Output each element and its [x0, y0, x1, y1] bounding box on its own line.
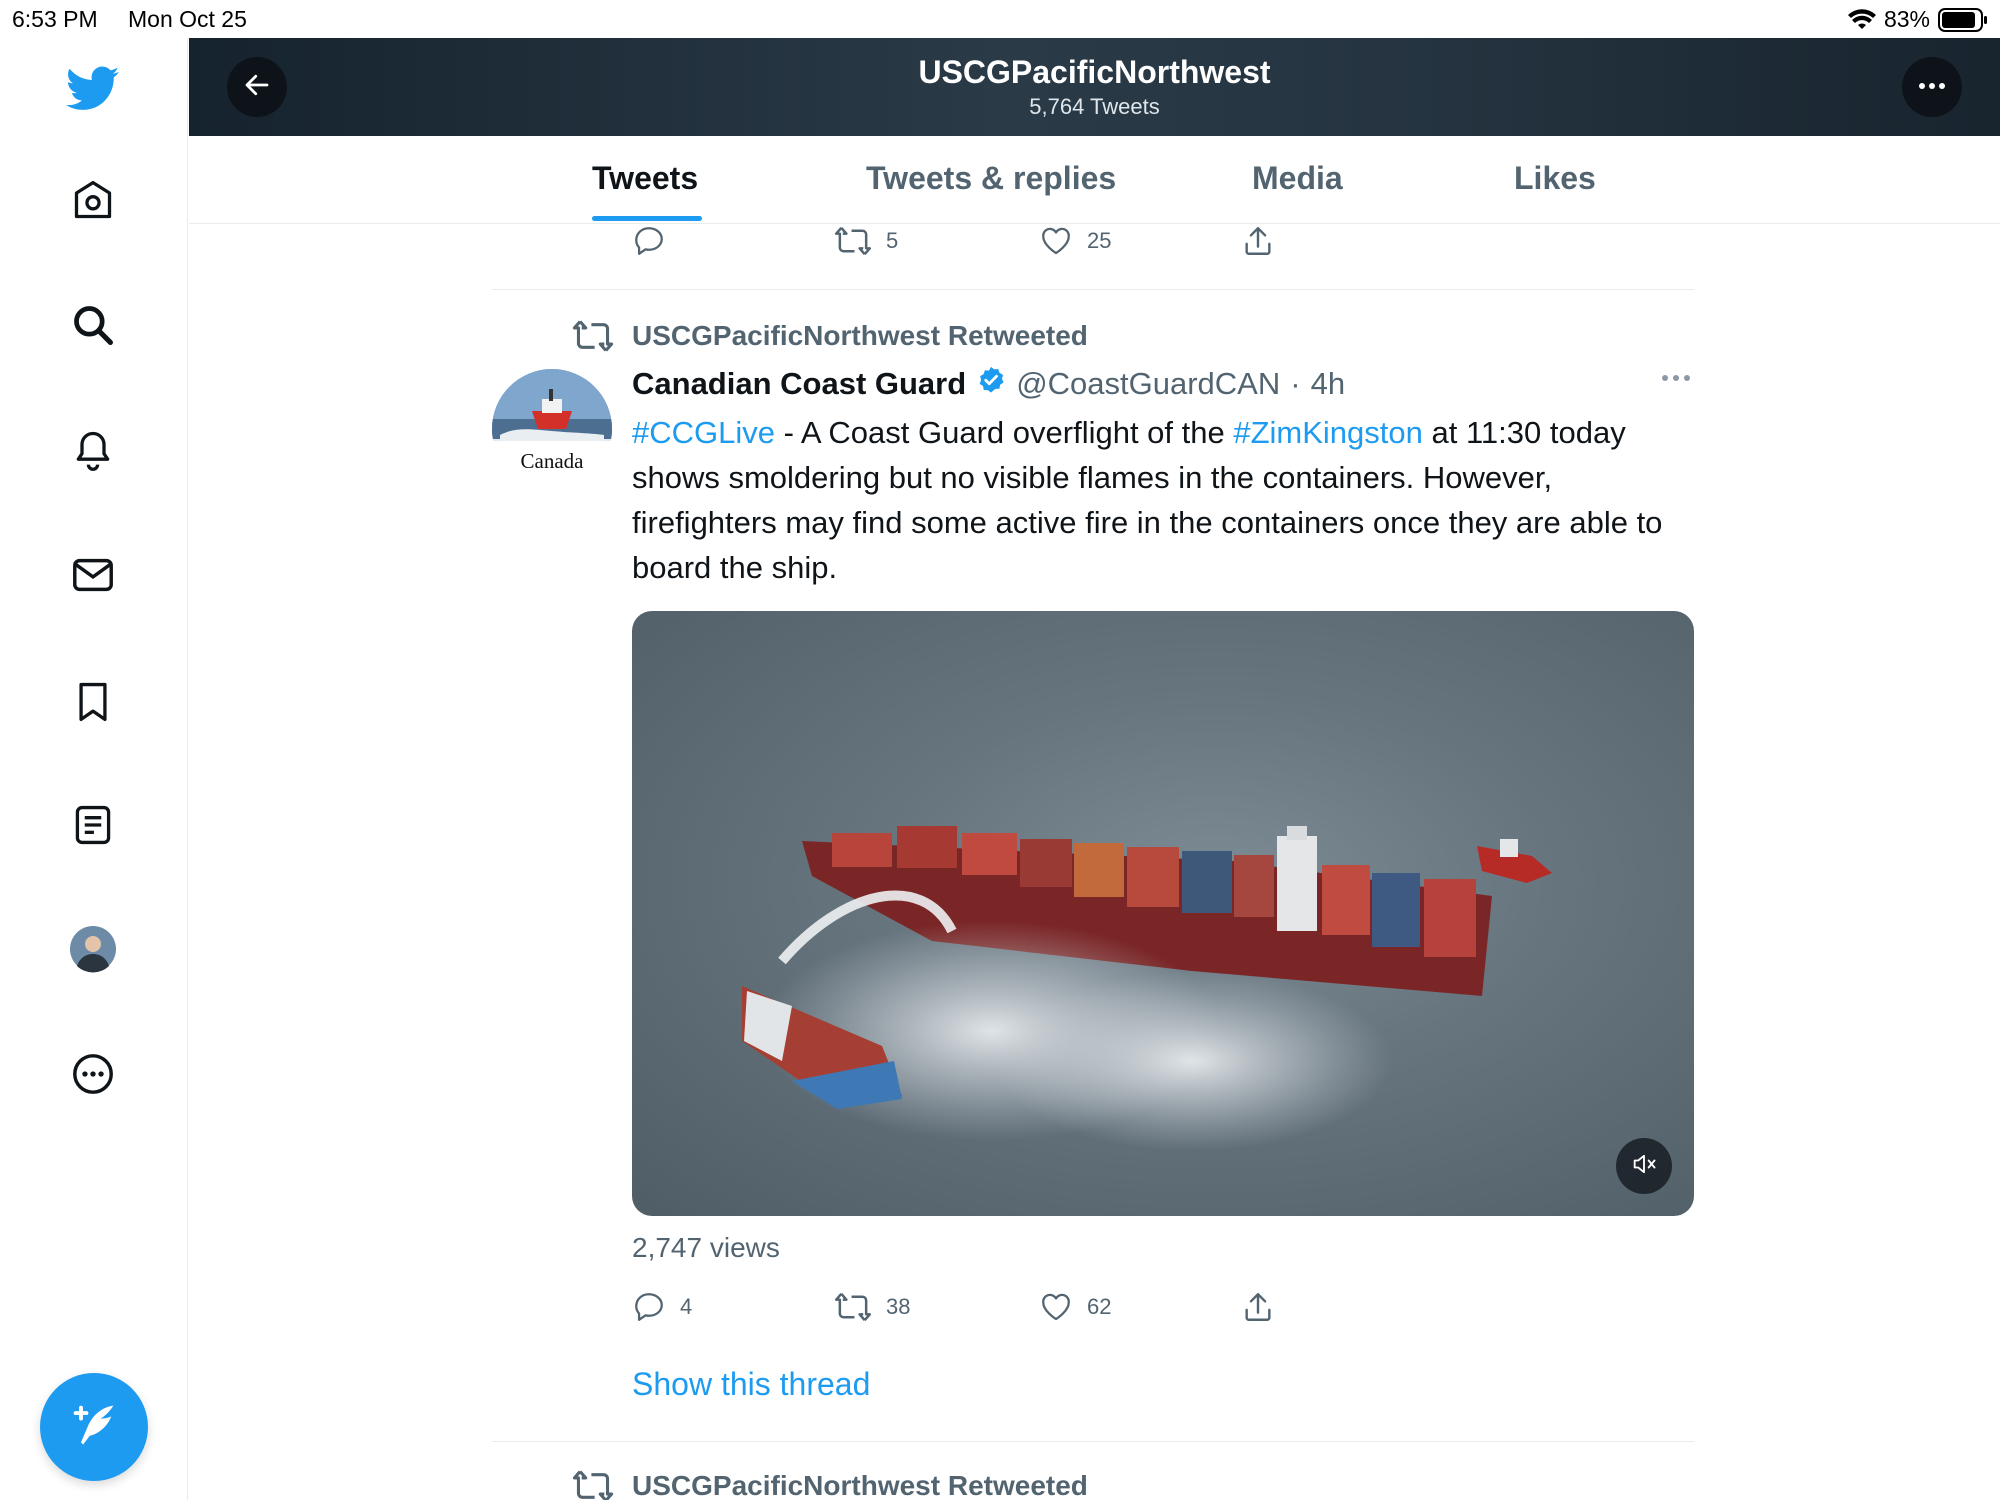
retweet-count: 5	[886, 228, 899, 253]
retweeted-by-label[interactable]: USCGPacificNorthwest Retweeted	[632, 1470, 1088, 1500]
messages-envelope-icon[interactable]	[62, 544, 124, 606]
meta-separator: ·	[1290, 366, 1301, 401]
wifi-icon	[1847, 8, 1876, 31]
bookmarks-icon[interactable]	[62, 671, 124, 733]
battery-icon	[1938, 7, 1988, 32]
twitter-logo-icon[interactable]	[62, 58, 124, 120]
tweet-more-button[interactable]	[1660, 370, 1692, 388]
ellipsis-icon	[1917, 78, 1947, 96]
tab-tweets[interactable]: Tweets	[592, 160, 698, 197]
status-time: 6:53 PM	[12, 6, 98, 32]
share-icon	[1241, 1290, 1275, 1324]
more-options-icon[interactable]	[62, 1043, 124, 1105]
tab-tweets-and-replies[interactable]: Tweets & replies	[866, 160, 1116, 197]
retweet-count: 38	[886, 1294, 911, 1319]
author-handle[interactable]: @CoastGuardCAN	[1016, 366, 1280, 402]
tab-media[interactable]: Media	[1252, 160, 1343, 197]
header-more-button[interactable]	[1902, 57, 1962, 117]
home-icon[interactable]	[62, 169, 124, 231]
like-count: 62	[1087, 1294, 1112, 1319]
tweet-divider	[492, 1441, 1694, 1442]
share-icon	[1241, 224, 1275, 258]
ellipsis-icon	[1660, 370, 1692, 387]
reply-action[interactable]: 4	[632, 1290, 692, 1324]
speaker-muted-icon	[1630, 1150, 1658, 1183]
tweet-count: 5,764 Tweets	[1029, 94, 1160, 119]
status-date: Mon Oct 25	[128, 6, 247, 32]
profile-title: USCGPacificNorthwest	[918, 54, 1271, 90]
notifications-bell-icon[interactable]	[62, 419, 124, 481]
retweeted-by-label[interactable]: USCGPacificNorthwest Retweeted	[632, 320, 1088, 352]
share-action[interactable]	[1241, 1290, 1275, 1324]
retweeted-icon	[572, 318, 614, 359]
author-name[interactable]: Canadian Coast Guard	[632, 366, 966, 402]
show-thread-link[interactable]: Show this thread	[632, 1366, 870, 1403]
tab-likes[interactable]: Likes	[1514, 160, 1596, 197]
tweet-divider	[492, 289, 1694, 290]
avatar-caption: Canada	[520, 449, 584, 473]
profile-header: USCGPacificNorthwest 5,764 Tweets	[189, 38, 2000, 136]
like-action[interactable]: 62	[1039, 1290, 1111, 1324]
prev-reply-action[interactable]	[632, 224, 666, 258]
prev-retweet-action[interactable]: 5	[834, 224, 898, 258]
retweeted-icon	[572, 1468, 614, 1500]
heart-icon	[1039, 1290, 1073, 1324]
status-bar: 6:53 PM Mon Oct 25 83%	[0, 0, 2000, 38]
view-count: 2,747 views	[632, 1232, 780, 1263]
compose-tweet-button[interactable]	[40, 1373, 148, 1481]
retweet-icon	[834, 224, 872, 258]
author-avatar[interactable]: Canada	[492, 369, 612, 489]
mute-button[interactable]	[1616, 1138, 1672, 1194]
profile-avatar[interactable]	[62, 918, 124, 980]
verified-badge-icon	[976, 365, 1006, 403]
search-icon[interactable]	[62, 294, 124, 356]
tweet-time[interactable]: 4h	[1311, 366, 1345, 402]
battery-percent: 83%	[1883, 6, 1930, 32]
sidebar	[0, 38, 188, 1500]
reply-icon	[632, 224, 666, 258]
hashtag-link[interactable]: #CCGLive	[632, 415, 775, 450]
prev-like-action[interactable]: 25	[1039, 224, 1111, 258]
reply-count: 4	[680, 1294, 693, 1319]
status-indicators: 83%	[1847, 6, 1988, 33]
tweet-author-line: Canadian Coast Guard @CoastGuardCAN · 4h	[632, 365, 1345, 403]
tweet-text: #CCGLive - A Coast Guard overflight of t…	[632, 410, 1702, 590]
app-root: { "status_bar": { "time": "6:53 PM", "da…	[0, 0, 2000, 1500]
hashtag-link[interactable]: #ZimKingston	[1233, 415, 1423, 450]
reply-icon	[632, 1290, 666, 1324]
retweet-icon	[834, 1290, 872, 1324]
lists-icon[interactable]	[62, 794, 124, 856]
active-tab-indicator	[592, 216, 702, 221]
retweet-action[interactable]: 38	[834, 1290, 910, 1324]
profile-tabs: Tweets Tweets & replies Media Likes	[189, 136, 2000, 224]
heart-icon	[1039, 224, 1073, 258]
tweet-text-part: - A Coast Guard overflight of the	[775, 415, 1234, 450]
video-frame	[742, 826, 1552, 1151]
tweet-video[interactable]	[632, 611, 1694, 1216]
compose-feather-icon	[68, 1399, 120, 1456]
like-count: 25	[1087, 228, 1112, 253]
prev-share-action[interactable]	[1241, 224, 1275, 258]
